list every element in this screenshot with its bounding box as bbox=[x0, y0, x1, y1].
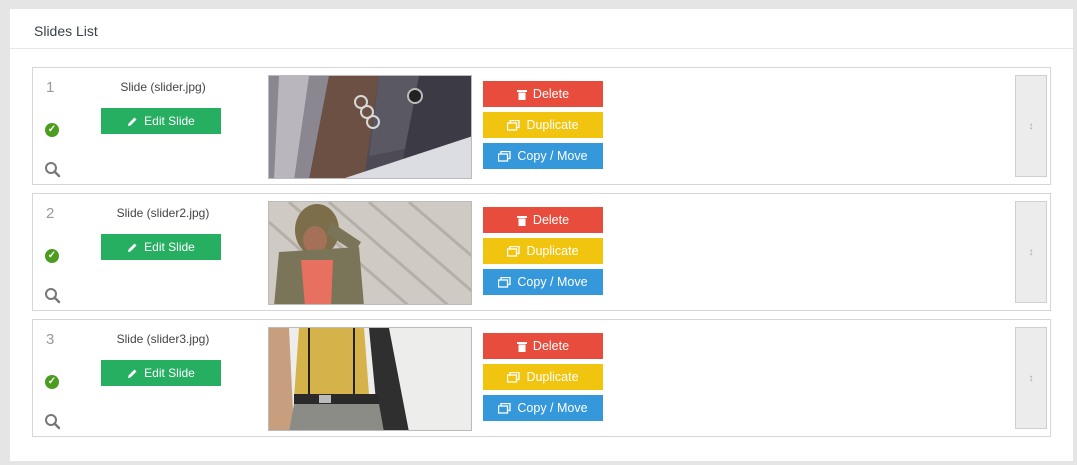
delete-button[interactable]: Delete bbox=[483, 207, 603, 233]
drag-handle-icon[interactable]: ↕ bbox=[1015, 75, 1047, 177]
duplicate-icon bbox=[507, 119, 521, 131]
pencil-icon bbox=[127, 368, 138, 379]
slide-name: Slide (slider.jpg) bbox=[120, 80, 206, 94]
copy-move-label: Copy / Move bbox=[517, 401, 588, 415]
delete-label: Delete bbox=[532, 87, 570, 101]
trash-icon bbox=[516, 215, 527, 226]
pencil-icon bbox=[127, 116, 138, 127]
slide-thumbnail bbox=[268, 75, 472, 179]
edit-slide-label: Edit Slide bbox=[144, 114, 195, 128]
slide-number: 2 bbox=[46, 205, 55, 222]
copy-move-icon bbox=[498, 276, 512, 288]
copy-move-button[interactable]: Copy / Move bbox=[483, 143, 603, 169]
duplicate-button[interactable]: Duplicate bbox=[483, 112, 603, 138]
edit-slide-button[interactable]: Edit Slide bbox=[101, 234, 221, 260]
slide-name: Slide (slider2.jpg) bbox=[116, 206, 210, 220]
delete-label: Delete bbox=[532, 213, 570, 227]
delete-label: Delete bbox=[532, 339, 570, 353]
check-circle-icon: ✓ bbox=[45, 375, 59, 389]
slide-name: Slide (slider3.jpg) bbox=[116, 332, 210, 346]
edit-slide-button[interactable]: Edit Slide bbox=[101, 108, 221, 134]
drag-handle-icon[interactable]: ↕ bbox=[1015, 201, 1047, 303]
copy-move-icon bbox=[498, 402, 512, 414]
check-circle-icon: ✓ bbox=[45, 123, 59, 137]
duplicate-icon bbox=[507, 245, 521, 257]
slide-row: 2 ✓ Slide (slider2.jpg) Edit Slide Delet… bbox=[32, 193, 1051, 311]
duplicate-button[interactable]: Duplicate bbox=[483, 364, 603, 390]
edit-slide-button[interactable]: Edit Slide bbox=[101, 360, 221, 386]
trash-icon bbox=[516, 341, 527, 352]
slide-row: 3 ✓ Slide (slider3.jpg) Edit Slide Delet… bbox=[32, 319, 1051, 437]
duplicate-label: Duplicate bbox=[526, 370, 579, 384]
slide-thumbnail bbox=[268, 201, 472, 305]
trash-icon bbox=[516, 89, 527, 100]
delete-button[interactable]: Delete bbox=[483, 81, 603, 107]
edit-slide-label: Edit Slide bbox=[144, 240, 195, 254]
slide-number: 1 bbox=[46, 79, 55, 96]
panel-title: Slides List bbox=[34, 23, 98, 39]
check-circle-icon: ✓ bbox=[45, 249, 59, 263]
slide-number: 3 bbox=[46, 331, 55, 348]
duplicate-label: Duplicate bbox=[526, 244, 579, 258]
pencil-icon bbox=[127, 242, 138, 253]
duplicate-button[interactable]: Duplicate bbox=[483, 238, 603, 264]
search-icon[interactable] bbox=[44, 413, 61, 430]
copy-move-label: Copy / Move bbox=[517, 149, 588, 163]
slides-panel: Slides List 1 ✓ Slide (slider.jpg) Edit … bbox=[10, 9, 1073, 461]
slide-thumbnail bbox=[268, 327, 472, 431]
search-icon[interactable] bbox=[44, 161, 61, 178]
copy-move-label: Copy / Move bbox=[517, 275, 588, 289]
search-icon[interactable] bbox=[44, 287, 61, 304]
copy-move-button[interactable]: Copy / Move bbox=[483, 269, 603, 295]
copy-move-icon bbox=[498, 150, 512, 162]
delete-button[interactable]: Delete bbox=[483, 333, 603, 359]
duplicate-label: Duplicate bbox=[526, 118, 579, 132]
duplicate-icon bbox=[507, 371, 521, 383]
copy-move-button[interactable]: Copy / Move bbox=[483, 395, 603, 421]
slide-row: 1 ✓ Slide (slider.jpg) Edit Slide Delete… bbox=[32, 67, 1051, 185]
drag-handle-icon[interactable]: ↕ bbox=[1015, 327, 1047, 429]
edit-slide-label: Edit Slide bbox=[144, 366, 195, 380]
panel-header: Slides List bbox=[10, 9, 1073, 49]
